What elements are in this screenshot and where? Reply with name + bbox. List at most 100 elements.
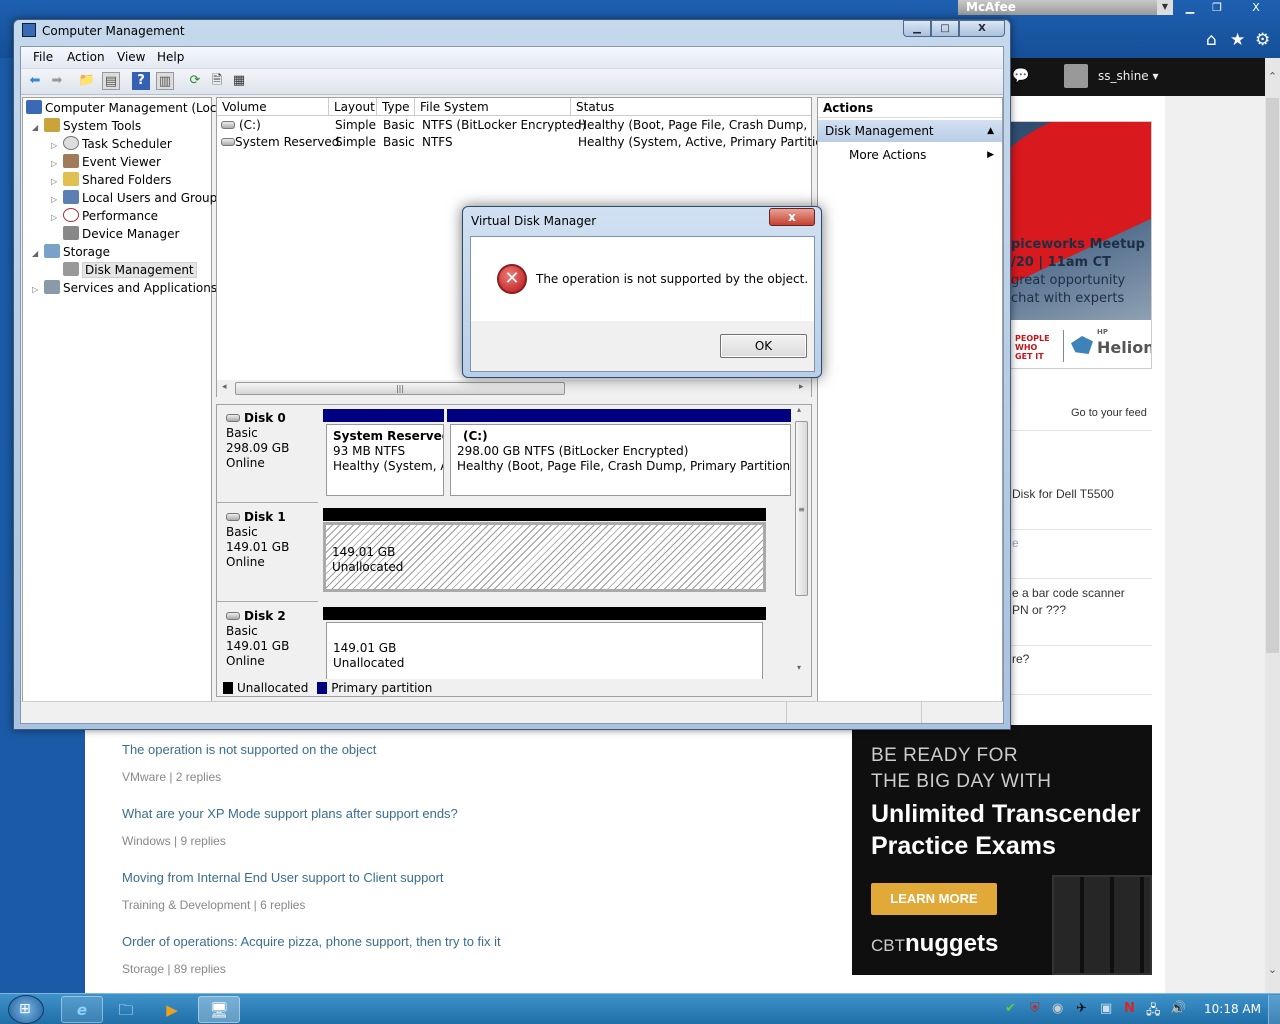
tree-item-system-tools[interactable]: ◢ System Tools xyxy=(32,118,141,136)
partition-c-drive[interactable]: (C:) 298.00 GB NTFS (BitLocker Encrypted… xyxy=(450,424,791,496)
collapsed-arrow-icon[interactable]: ▷ xyxy=(32,282,44,298)
collapsed-arrow-icon[interactable]: ▷ xyxy=(51,156,63,172)
volume-horizontal-scrollbar[interactable]: ◂ ||| ▸ xyxy=(217,380,811,397)
show-hide-action-pane-icon[interactable]: ▥ xyxy=(156,72,174,90)
partition-system-reserved[interactable]: System Reserved 93 MB NTFS Healthy (Syst… xyxy=(326,424,444,496)
tree-item-event-viewer[interactable]: ▷ Event Viewer xyxy=(51,154,161,172)
tray-app-icon[interactable]: ✈ xyxy=(1076,1001,1087,1016)
settings-icon[interactable]: ▦ xyxy=(230,72,248,90)
disk-1-info[interactable]: Disk 1 Basic 149.01 GB Online xyxy=(217,504,318,602)
scroll-thumb[interactable]: ≡ xyxy=(795,421,808,596)
scroll-up-icon[interactable]: ▴ xyxy=(797,405,801,414)
ok-button[interactable]: OK xyxy=(720,334,807,358)
discussion-link[interactable]: Moving from Internal End User support to… xyxy=(122,870,444,885)
security-icon[interactable]: ◉ xyxy=(1052,1001,1063,1016)
menu-action[interactable]: Action xyxy=(67,50,105,64)
scroll-thumb[interactable]: ||| xyxy=(235,382,565,395)
help-icon[interactable]: ? xyxy=(132,72,150,90)
close-button[interactable]: X xyxy=(959,20,1005,37)
taskbar-windows-explorer[interactable]: 🗀 xyxy=(105,996,147,1023)
star-icon[interactable]: ★ xyxy=(1230,30,1245,50)
minimize-button[interactable]: ▁ xyxy=(903,20,931,37)
feed-item-title[interactable]: e xyxy=(1012,535,1019,552)
tree-item-storage[interactable]: ◢ Storage xyxy=(32,244,110,262)
clock[interactable]: 10:18 AM xyxy=(1204,1002,1261,1016)
partition-unallocated[interactable]: 149.01 GB Unallocated xyxy=(323,522,766,592)
gear-icon[interactable]: ⚙ xyxy=(1255,30,1270,50)
discussion-link[interactable]: What are your XP Mode support plans afte… xyxy=(122,806,458,821)
menu-help[interactable]: Help xyxy=(157,50,184,64)
tree-item-services-and-applications[interactable]: ▷ Services and Applications xyxy=(32,280,217,298)
forward-icon[interactable]: ➡ xyxy=(48,72,66,90)
tree-item-shared-folders[interactable]: ▷ Shared Folders xyxy=(51,172,171,190)
tree-item-local-users-and-groups[interactable]: ▷ Local Users and Groups xyxy=(51,190,224,208)
maximize-button[interactable]: □ xyxy=(931,20,959,37)
menu-file[interactable]: File xyxy=(33,50,53,64)
discussion-link[interactable]: The operation is not supported on the ob… xyxy=(122,742,376,757)
tree-item-disk-management[interactable]: Disk Management xyxy=(63,262,197,278)
browser-minimize-button[interactable]: ▁ xyxy=(1176,0,1204,16)
network-status-icon[interactable]: ✔ xyxy=(1005,1001,1016,1016)
chevron-down-icon[interactable]: ▼ xyxy=(1157,0,1173,15)
disk-map-vertical-scrollbar[interactable]: ▴ ≡ ▾ xyxy=(793,405,810,677)
column-header-type[interactable]: Type xyxy=(377,98,415,116)
show-hide-tree-icon[interactable]: ▤ xyxy=(102,72,120,90)
mcafee-toolbar[interactable]: McAfee ▼ xyxy=(958,0,1173,15)
home-icon[interactable]: ⌂ xyxy=(1206,30,1217,50)
disk-0-info[interactable]: Disk 0 Basic 298.09 GB Online xyxy=(217,405,318,503)
learn-more-button[interactable]: LEARN MORE xyxy=(871,883,997,915)
netflix-icon[interactable]: N xyxy=(1124,1001,1135,1016)
tree-item-computer-management[interactable]: Computer Management (Local xyxy=(26,100,227,116)
feed-item-title[interactable]: e a bar code scanner xyxy=(1012,585,1125,602)
expanded-arrow-icon[interactable]: ◢ xyxy=(32,246,44,262)
scroll-down-icon[interactable]: ▾ xyxy=(797,663,801,672)
tree-item-device-manager[interactable]: Device Manager xyxy=(63,226,179,242)
collapsed-arrow-icon[interactable]: ▷ xyxy=(51,192,63,208)
taskbar-computer-management[interactable]: 🖥 xyxy=(198,996,240,1023)
spiceworks-ad[interactable]: piceworks Meetup /20 | 11am CT great opp… xyxy=(1010,121,1152,369)
show-desktop-button[interactable] xyxy=(1268,995,1280,1024)
avatar[interactable] xyxy=(1064,64,1088,88)
mcafee-shield-icon[interactable]: ⛨ xyxy=(1030,1001,1040,1016)
collapsed-arrow-icon[interactable]: ▷ xyxy=(51,138,63,154)
network-icon[interactable]: 🖧 xyxy=(1146,1001,1161,1023)
tree-item-task-scheduler[interactable]: ▷ Task Scheduler xyxy=(51,136,172,154)
chat-icon[interactable]: 💬 xyxy=(1012,68,1029,84)
up-folder-icon[interactable]: 📁 xyxy=(78,72,96,90)
page-scrollbar[interactable]: ⌃ ⌄ xyxy=(1265,58,1280,993)
discussion-link[interactable]: Order of operations: Acquire pizza, phon… xyxy=(122,934,501,949)
column-header-file-system[interactable]: File System xyxy=(415,98,571,116)
feed-item-title[interactable]: re? xyxy=(1012,651,1029,668)
user-menu[interactable]: ss_shine ▾ xyxy=(1098,69,1159,83)
browser-close-button[interactable]: X xyxy=(1236,0,1276,16)
dialog-close-button[interactable]: x xyxy=(769,208,815,226)
refresh-icon[interactable]: ⟳ xyxy=(186,72,204,90)
taskbar-media-player[interactable]: ▶ xyxy=(151,996,193,1023)
cbt-nuggets-ad[interactable]: BE READY FOR THE BIG DAY WITH Unlimited … xyxy=(852,725,1152,975)
scroll-down-icon[interactable]: ⌄ xyxy=(1265,963,1280,976)
feed-item-title[interactable]: PN or ??? xyxy=(1012,602,1066,619)
scroll-left-icon[interactable]: ◂ xyxy=(222,382,227,392)
exchange-icon[interactable]: ▣ xyxy=(1100,1001,1112,1016)
back-icon[interactable]: ⬅ xyxy=(26,72,44,90)
scroll-right-icon[interactable]: ▸ xyxy=(799,382,804,392)
start-button[interactable]: ⊞ xyxy=(8,995,44,1024)
column-header-status[interactable]: Status xyxy=(571,98,811,116)
actions-disk-management[interactable]: Disk Management ▲ xyxy=(818,120,1002,142)
scroll-thumb[interactable] xyxy=(1266,98,1279,653)
properties-icon[interactable]: 🗎 xyxy=(208,72,226,90)
expanded-arrow-icon[interactable]: ◢ xyxy=(32,120,44,136)
browser-restore-button[interactable]: ❐ xyxy=(1203,0,1231,16)
scroll-up-icon[interactable]: ⌃ xyxy=(1265,70,1280,83)
collapsed-arrow-icon[interactable]: ▷ xyxy=(51,210,63,226)
feed-item-title[interactable]: Disk for Dell T5500 xyxy=(1012,486,1114,503)
column-header-volume[interactable]: Volume xyxy=(217,98,329,116)
more-actions[interactable]: More Actions ▶ xyxy=(818,144,1002,166)
collapse-up-icon[interactable]: ▲ xyxy=(987,120,994,142)
collapsed-arrow-icon[interactable]: ▷ xyxy=(51,174,63,190)
column-header-layout[interactable]: Layout xyxy=(329,98,377,116)
volume-icon[interactable]: 🔊 xyxy=(1170,1001,1186,1016)
menu-view[interactable]: View xyxy=(117,50,145,64)
taskbar-internet-explorer[interactable]: e xyxy=(61,996,103,1023)
tree-item-performance[interactable]: ▷ Performance xyxy=(51,208,158,226)
